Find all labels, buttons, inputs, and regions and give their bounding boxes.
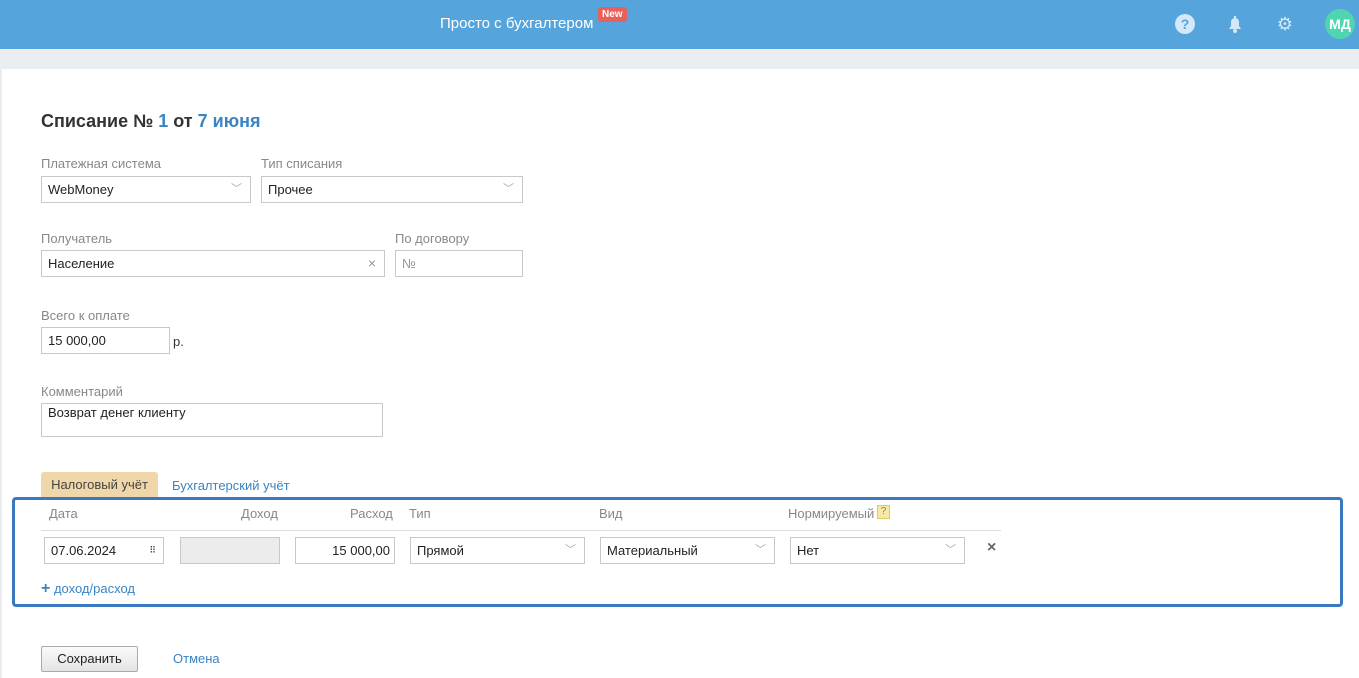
doc-number[interactable]: 1: [158, 111, 168, 131]
top-bar: Просто с бухгалтером New ? ⚙ МД: [0, 0, 1359, 49]
recipient-label: Получатель: [41, 231, 113, 246]
col-expense: Расход: [350, 506, 393, 521]
col-date: Дата: [49, 506, 78, 521]
bell-icon[interactable]: [1224, 13, 1246, 35]
page-title: Списание № 1 от 7 июня: [41, 111, 261, 131]
total-input[interactable]: 15 000,00: [41, 327, 170, 354]
payment-system-label: Платежная система: [41, 156, 161, 171]
writeoff-type-label: Тип списания: [261, 156, 343, 171]
tab-bookkeeping[interactable]: Бухгалтерский учёт: [172, 478, 290, 493]
gear-icon[interactable]: ⚙: [1274, 13, 1296, 35]
type-select[interactable]: Прямой ﹀: [410, 537, 585, 564]
help-icon[interactable]: ?: [1174, 13, 1196, 35]
col-type: Тип: [409, 506, 431, 521]
svg-text:?: ?: [1181, 16, 1190, 32]
chevron-down-icon: ﹀: [565, 544, 576, 556]
contract-label: По договору: [395, 231, 470, 246]
col-normalized: Нормируемый: [788, 506, 875, 521]
comment-label: Комментарий: [41, 384, 123, 399]
brand-title[interactable]: Просто с бухгалтером: [440, 15, 593, 32]
cancel-link[interactable]: Отмена: [173, 651, 220, 666]
col-kind: Вид: [599, 506, 623, 521]
add-entry-link[interactable]: + доход/расход: [41, 580, 135, 598]
contract-input[interactable]: №: [395, 250, 523, 277]
chevron-down-icon: ﹀: [945, 544, 956, 556]
delete-row-icon[interactable]: ×: [987, 539, 996, 557]
currency-unit: р.: [173, 334, 184, 349]
writeoff-type-select[interactable]: Прочее ﹀: [261, 176, 523, 203]
save-button[interactable]: Сохранить: [41, 646, 138, 672]
col-income: Доход: [241, 506, 278, 521]
chevron-down-icon: ﹀: [503, 183, 514, 195]
clear-icon[interactable]: ×: [368, 251, 376, 276]
tab-tax-accounting[interactable]: Налоговый учёт: [41, 472, 158, 498]
plus-icon: +: [41, 580, 51, 597]
doc-date[interactable]: 7 июня: [198, 111, 261, 131]
comment-textarea[interactable]: Возврат денег клиенту: [41, 403, 383, 437]
recipient-input[interactable]: Население ×: [41, 250, 385, 277]
left-border: [0, 69, 2, 678]
chevron-down-icon: ﹀: [755, 544, 766, 556]
header-divider: [41, 530, 1001, 531]
new-badge: New: [598, 7, 627, 22]
payment-system-select[interactable]: WebMoney ﹀: [41, 176, 251, 203]
chevron-down-icon: ﹀: [231, 183, 242, 195]
kind-select[interactable]: Материальный ﹀: [600, 537, 775, 564]
date-input[interactable]: 07.06.2024 ⠿: [44, 537, 164, 564]
expense-input[interactable]: 15 000,00: [295, 537, 395, 564]
help-badge-icon[interactable]: ?: [877, 505, 890, 519]
normalized-select[interactable]: Нет ﹀: [790, 537, 965, 564]
calendar-icon[interactable]: ⠿: [149, 538, 156, 563]
subheader-bar: [0, 49, 1359, 69]
income-input: [180, 537, 280, 564]
avatar[interactable]: МД: [1325, 9, 1355, 39]
total-label: Всего к оплате: [41, 308, 130, 323]
